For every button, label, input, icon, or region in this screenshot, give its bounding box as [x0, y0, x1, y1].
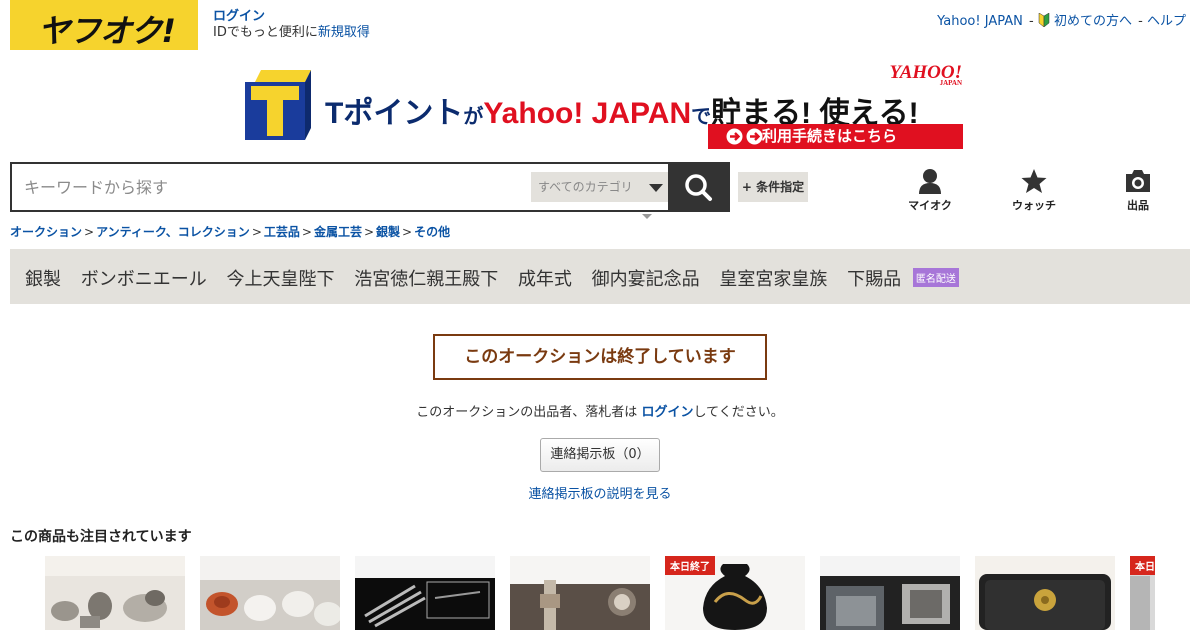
category-label: すべてのカテゴリ	[538, 180, 633, 194]
id-line-text: IDでもっと便利に	[213, 25, 318, 40]
product-thumbnail[interactable]	[45, 556, 185, 630]
breadcrumb-item[interactable]: 銀製	[376, 225, 400, 239]
yahoo-japan-link[interactable]: Yahoo! JAPAN	[937, 14, 1023, 29]
breadcrumb-item[interactable]: アンティーク、コレクション	[96, 225, 250, 239]
sell-label: 出品	[1127, 199, 1149, 212]
search-conditions-button[interactable]: + 条件指定	[738, 172, 808, 202]
recommend-carousel: 本日終了 本日終了	[45, 556, 1155, 630]
tag-link[interactable]: 下賜品	[847, 269, 901, 290]
product-thumbnail[interactable]	[820, 556, 960, 630]
separator: -	[1138, 14, 1143, 29]
lantern-image	[510, 556, 650, 630]
tag-link[interactable]: 銀製	[25, 269, 61, 290]
boxes-image	[820, 556, 960, 630]
t-point-logo-icon	[245, 70, 311, 140]
camera-icon	[1126, 170, 1150, 192]
tpoint-banner[interactable]: TポイントがYahoo! JAPANで貯まる! 使える! YAHOO! JAPA…	[245, 62, 967, 152]
myauction-button[interactable]: マイオク	[895, 168, 965, 213]
breadcrumb-item[interactable]: オークション	[10, 225, 82, 239]
login-link[interactable]: ログイン	[213, 9, 370, 25]
breadcrumb-separator: >	[251, 225, 262, 239]
breadcrumb-separator: >	[301, 225, 312, 239]
tag-link[interactable]: 御内宴記念品	[592, 269, 700, 290]
breadcrumb-separator: >	[402, 225, 413, 239]
silver-craft-image	[355, 556, 495, 630]
separator: -	[1029, 14, 1034, 29]
product-thumbnail[interactable]	[355, 556, 495, 630]
plates-image	[200, 556, 340, 630]
product-thumbnail[interactable]	[975, 556, 1115, 630]
ending-today-badge: 本日終了	[1130, 556, 1155, 575]
tag-link[interactable]: 浩宮徳仁親王殿下	[354, 269, 498, 290]
search-button[interactable]	[668, 162, 730, 212]
banner-tpoint-text: Tポイント	[325, 97, 464, 130]
ending-today-badge: 本日終了	[665, 556, 715, 575]
breadcrumb-separator: >	[84, 225, 95, 239]
top-links: Yahoo! JAPAN - 初めての方へ - ヘルプ	[937, 10, 1186, 29]
login-box: ログイン IDでもっと便利に新規取得	[213, 9, 370, 41]
silver-items-image	[45, 556, 185, 630]
beginner-mark-icon	[1038, 13, 1050, 27]
breadcrumb-item[interactable]: 工芸品	[264, 225, 300, 239]
product-thumbnail[interactable]: 本日終了	[1130, 556, 1155, 630]
tag-link[interactable]: 成年式	[518, 269, 572, 290]
login-message: このオークションの出品者、落札者は ログインしてください。	[0, 401, 1200, 420]
login-message-suffix: してください。	[693, 405, 784, 420]
tag-link[interactable]: ボンボニエール	[81, 269, 207, 290]
product-thumbnail[interactable]	[510, 556, 650, 630]
watch-label: ウォッチ	[1012, 199, 1056, 212]
search-input[interactable]	[12, 164, 522, 210]
signup-link[interactable]: 新規取得	[318, 25, 370, 40]
anonymous-shipping-badge: 匿名配送	[912, 268, 959, 287]
search-box: すべてのカテゴリ	[10, 162, 671, 212]
banner-ga-text: が	[463, 106, 484, 128]
breadcrumb-item[interactable]: その他	[414, 225, 450, 239]
recommend-heading: この商品も注目されています	[10, 529, 192, 545]
auction-ended-notice: このオークションは終了しています	[433, 334, 767, 380]
login-message-prefix: このオークションの出品者、落札者は	[416, 405, 638, 420]
login-inline-link[interactable]: ログイン	[641, 405, 693, 420]
caret-down-icon[interactable]	[642, 214, 652, 219]
keyword-tag-bar: 銀製 ボンボニエール 今上天皇陛下 浩宮徳仁親王殿下 成年式 御内宴記念品 皇室…	[10, 249, 1190, 304]
tag-link[interactable]: 今上天皇陛下	[226, 269, 334, 290]
breadcrumb-separator: >	[363, 225, 375, 239]
tag-link[interactable]: 皇室宮家皇族	[719, 269, 827, 290]
banner-cta-label: 利用手続きはこちら	[762, 127, 898, 145]
user-icon	[919, 169, 941, 194]
yahuoku-logo[interactable]: ヤフオク!	[10, 0, 198, 50]
product-thumbnail[interactable]	[200, 556, 340, 630]
myauction-label: マイオク	[908, 199, 952, 212]
case-image	[975, 556, 1115, 630]
sell-button[interactable]: 出品	[1103, 168, 1173, 213]
double-arrow-icon	[726, 128, 763, 145]
yahoo-japan-logo: YAHOO! JAPAN	[890, 62, 962, 87]
star-icon	[1021, 169, 1047, 193]
logo-text: ヤフオク!	[38, 12, 176, 50]
message-board-button[interactable]: 連絡掲示板（0）	[540, 438, 660, 472]
breadcrumb: オークション > アンティーク、コレクション > 工芸品 > 金属工芸 > 銀製 > その他	[10, 223, 450, 240]
breadcrumb-item[interactable]: 金属工芸	[314, 225, 362, 239]
product-thumbnail[interactable]: 本日終了	[665, 556, 805, 630]
beginner-link[interactable]: 初めての方へ	[1054, 14, 1132, 29]
watch-button[interactable]: ウォッチ	[999, 168, 1069, 213]
search-icon	[685, 174, 712, 201]
chevron-down-icon	[649, 184, 663, 192]
help-link[interactable]: ヘルプ	[1147, 14, 1186, 29]
tag-list: 銀製 ボンボニエール 今上天皇陛下 浩宮徳仁親王殿下 成年式 御内宴記念品 皇室…	[25, 265, 959, 291]
banner-yahoo-text: Yahoo! JAPAN	[483, 97, 692, 130]
banner-cta-button[interactable]: 利用手続きはこちら	[708, 124, 963, 149]
message-board-help-link[interactable]: 連絡掲示板の説明を見る	[0, 483, 1200, 502]
category-select[interactable]: すべてのカテゴリ	[531, 172, 671, 202]
